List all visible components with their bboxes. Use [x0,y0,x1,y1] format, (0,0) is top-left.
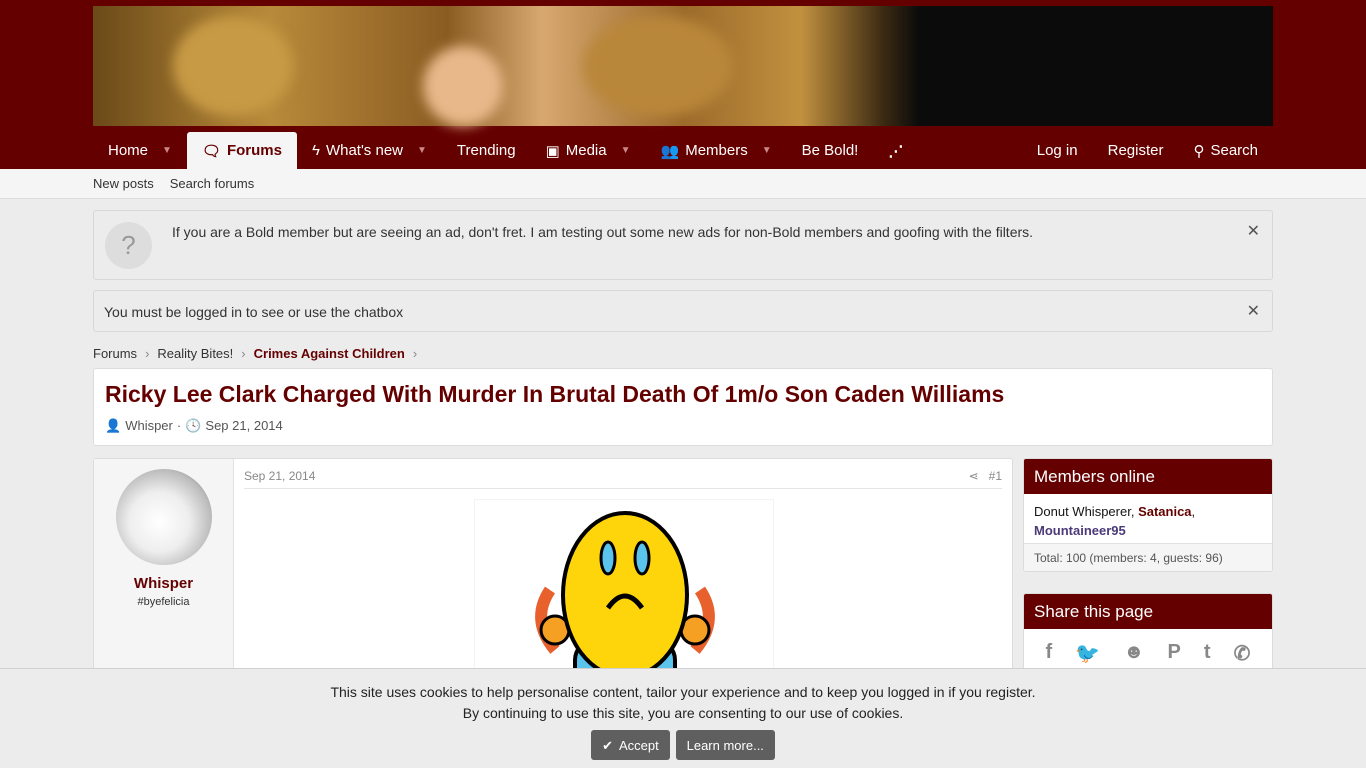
notice-text: If you are a Bold member but are seeing … [172,224,1034,240]
close-icon[interactable]: ✕ [1247,221,1260,241]
nav-media[interactable]: ▣ Media ▼ [531,132,646,169]
caret-down-icon[interactable]: ▼ [621,145,631,156]
member-list: Donut Whisperer, Satanica, Mountaineer95 [1024,494,1272,544]
nav-members[interactable]: 👥 Members ▼ [646,132,787,169]
nav-label: Members [685,142,748,159]
reddit-icon[interactable]: ☻ [1123,641,1144,666]
search-icon: ⚲ [1193,142,1205,160]
nav-label: Forums [226,142,282,159]
chatbox-notice: You must be logged in to see or use the … [93,290,1273,332]
caret-down-icon[interactable]: ▼ [417,145,427,156]
post-username[interactable]: Whisper [94,575,233,592]
users-icon: 👥 [660,142,680,160]
post: Whisper #byefelicia Sep 21, 2014 ⋖ #1 [93,458,1013,702]
nav-whats-new[interactable]: ϟ What's new ▼ [297,132,442,169]
header: Home ▼ 🗨 Forums ϟ What's new ▼ Trending ▣ Med… [0,0,1366,169]
nav-forums[interactable]: 🗨 Forums [186,132,297,169]
caret-down-icon[interactable]: ▼ [762,145,772,156]
login-link[interactable]: Log in [1022,132,1093,169]
cookie-text-1: This site uses cookies to help personali… [330,684,1036,700]
notice-text: You must be logged in to see or use the … [104,304,404,320]
nav-home[interactable]: Home ▼ [93,132,187,169]
facebook-icon[interactable]: f [1046,641,1053,666]
search-forums-link[interactable]: Search forums [170,176,255,191]
sub-nav: New posts Search forums [0,169,1366,199]
thread-date[interactable]: Sep 21, 2014 [205,418,282,434]
button-label: Accept [618,737,659,753]
main-nav: Home ▼ 🗨 Forums ϟ What's new ▼ Trending ▣ Med… [93,132,1273,169]
pinterest-icon[interactable]: P [1167,641,1180,666]
comments-icon: 🗨 [201,142,221,160]
nav-label: Be Bold! [801,142,859,159]
breadcrumb-crimes[interactable]: Crimes Against Children [254,346,405,361]
member-link[interactable]: Donut Whisperer [1034,504,1131,519]
breadcrumb: Forums › Reality Bites! › Crimes Against C… [93,346,417,361]
widget-title[interactable]: Members online [1024,459,1272,494]
chevron-right-icon: › [145,346,150,361]
image-icon: ▣ [545,142,560,160]
post-user: Whisper #byefelicia [94,459,234,687]
cookie-text-2: By continuing to use this site, you are … [462,705,904,721]
nav-label: Trending [456,142,516,159]
learn-more-button[interactable]: Learn more... [675,730,775,760]
bolt-icon: ϟ [311,142,320,159]
nav-trending[interactable]: Trending [442,132,531,169]
widget-title: Share this page [1024,594,1272,629]
search-link[interactable]: ⚲ Search [1178,132,1273,169]
chevron-right-icon: › [412,346,418,361]
breadcrumb-reality-bites[interactable]: Reality Bites! [157,346,233,361]
avatar[interactable] [115,469,212,565]
separator: · [176,418,182,433]
whatsapp-icon[interactable]: ✆ [1234,641,1251,666]
nav-label: Media [565,142,607,159]
search-label: Search [1210,142,1258,159]
cookie-notice: This site uses cookies to help personali… [0,668,1366,768]
clock-icon: 🕓 [185,418,202,433]
post-header: Sep 21, 2014 ⋖ #1 [244,469,1002,489]
member-link[interactable]: Satanica [1138,504,1191,519]
tumblr-icon[interactable]: t [1204,641,1211,666]
help-icon: ? [105,222,152,269]
user-title: #byefelicia [137,596,190,608]
bold-notice: ? If you are a Bold member but are seein… [93,210,1273,280]
thread-author[interactable]: Whisper [125,418,173,434]
user-icon: 👤 [105,418,122,433]
post-number[interactable]: #1 [989,469,1002,483]
register-link[interactable]: Register [1093,132,1179,169]
member-link[interactable]: Mountaineer95 [1034,523,1126,538]
breadcrumb-forums[interactable]: Forums [93,346,137,361]
members-total: Total: 100 (members: 4, guests: 96) [1024,544,1272,571]
site-logo-banner[interactable] [93,6,1273,126]
close-icon[interactable]: ✕ [1247,301,1260,321]
check-icon: ✔ [602,737,613,753]
nav-be-bold[interactable]: Be Bold! [787,132,874,169]
caret-down-icon[interactable]: ▼ [162,145,172,156]
page-title: Ricky Lee Clark Charged With Murder In B… [105,381,1005,407]
post-date[interactable]: Sep 21, 2014 [244,469,315,488]
rss-icon[interactable]: ⋰ [873,132,918,169]
members-online-widget: Members online Donut Whisperer, Satanica… [1023,458,1273,572]
nav-label: What's new [325,142,403,159]
new-posts-link[interactable]: New posts [93,176,154,191]
thread-header: Ricky Lee Clark Charged With Murder In B… [93,368,1273,446]
accept-button[interactable]: ✔ Accept [591,730,670,760]
twitter-icon[interactable]: 🐦 [1075,641,1100,666]
nav-label: Home [108,142,149,159]
share-icon[interactable]: ⋖ [969,469,979,483]
chevron-right-icon: › [241,346,246,361]
